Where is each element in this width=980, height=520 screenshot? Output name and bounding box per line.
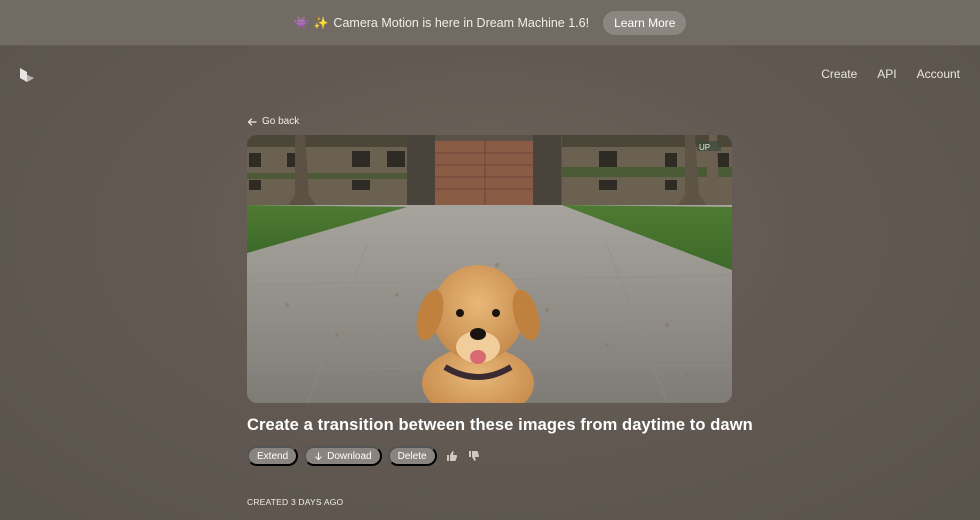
- nav-account[interactable]: Account: [917, 67, 960, 81]
- thumbs-up-icon[interactable]: [445, 449, 459, 463]
- video-frame: UP: [247, 135, 732, 403]
- top-nav: Create API Account: [821, 67, 960, 81]
- banner-text: 👾 ✨ Camera Motion is here in Dream Machi…: [294, 16, 590, 30]
- arrow-left-icon: [247, 117, 257, 126]
- nav-create[interactable]: Create: [821, 67, 857, 81]
- sparkle-icon: ✨: [313, 15, 329, 30]
- download-icon: [315, 451, 322, 460]
- created-timestamp: CREATED 3 DAYS AGO: [247, 497, 344, 507]
- announcement-banner: 👾 ✨ Camera Motion is here in Dream Machi…: [0, 0, 980, 45]
- banner-message: Camera Motion is here in Dream Machine 1…: [333, 15, 590, 30]
- alien-icon: 👾: [293, 15, 309, 30]
- go-back-label: Go back: [262, 116, 300, 127]
- page-title: Create a transition between these images…: [247, 416, 753, 434]
- download-button[interactable]: Download: [304, 446, 382, 466]
- logo-icon[interactable]: [18, 66, 36, 84]
- go-back-link[interactable]: Go back: [247, 116, 299, 127]
- delete-button[interactable]: Delete: [387, 446, 437, 466]
- video-overlay-text: UP: [699, 143, 710, 152]
- thumbs-down-icon[interactable]: [467, 449, 481, 463]
- extend-button[interactable]: Extend: [247, 446, 299, 466]
- delete-label: Delete: [397, 450, 427, 462]
- download-label: Download: [327, 450, 372, 462]
- learn-more-button[interactable]: Learn More: [603, 10, 687, 35]
- nav-api[interactable]: API: [877, 67, 896, 81]
- extend-label: Extend: [257, 450, 289, 462]
- action-bar: Extend Download Delete: [247, 446, 481, 466]
- generated-video[interactable]: UP: [247, 135, 732, 403]
